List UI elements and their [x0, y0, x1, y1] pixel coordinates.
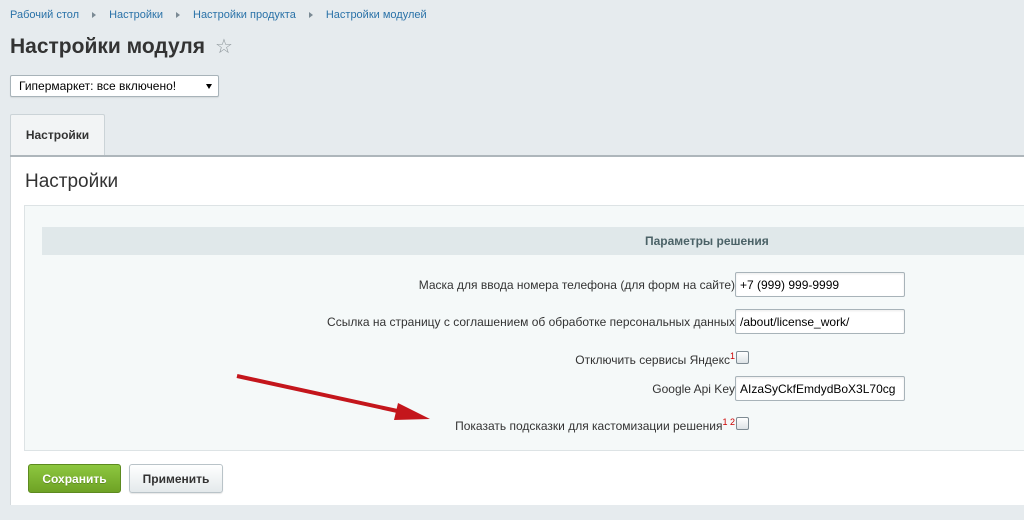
breadcrumb-settings[interactable]: Настройки [109, 9, 163, 21]
show-hints-checkbox[interactable] [736, 417, 749, 430]
agreement-link-label: Ссылка на страницу с соглашением об обра… [327, 315, 735, 329]
section-title: Настройки [25, 171, 119, 192]
footnote-marker: 1 [729, 351, 735, 361]
field-row-disable-yandex: Отключить сервисы Яндекс1 [25, 345, 1024, 371]
save-button[interactable]: Сохранить [28, 464, 121, 493]
google-api-key-label: Google Api Key [652, 382, 735, 396]
site-select[interactable]: Гипермаркет: все включено! [10, 75, 219, 97]
params-header: Параметры решения [42, 227, 1024, 255]
apply-button[interactable]: Применить [129, 464, 223, 493]
settings-panel: Настройки Параметры решения Маска для вв… [10, 157, 1024, 505]
footnote-marker: 1 2 [722, 417, 735, 427]
disable-yandex-checkbox[interactable] [736, 351, 749, 364]
field-row-show-hints: Показать подсказки для кастомизации реше… [25, 411, 1024, 437]
params-box: Параметры решения Маска для ввода номера… [24, 205, 1024, 451]
show-hints-label-wrap: Показать подсказки для кастомизации реше… [455, 417, 735, 433]
field-row-agreement-link: Ссылка на страницу с соглашением об обра… [25, 309, 1024, 335]
disable-yandex-label: Отключить сервисы Яндекс [575, 353, 730, 367]
star-icon[interactable]: ☆ [215, 34, 233, 59]
page-title-wrapper: Настройки модуля ☆ [10, 34, 233, 59]
page-title: Настройки модуля [10, 34, 206, 58]
phone-mask-label: Маска для ввода номера телефона (для фор… [418, 278, 735, 292]
breadcrumb-separator-icon [92, 12, 97, 18]
breadcrumb: Рабочий стол Настройки Настройки продукт… [10, 9, 427, 21]
field-row-google-api-key: Google Api Key [25, 376, 1024, 402]
show-hints-label: Показать подсказки для кастомизации реше… [455, 419, 723, 433]
tab-settings[interactable]: Настройки [10, 114, 105, 155]
params-header-label: Параметры решения [645, 234, 769, 248]
field-row-phone-mask: Маска для ввода номера телефона (для фор… [25, 272, 1024, 298]
site-select-value: Гипермаркет: все включено! [19, 79, 177, 93]
breadcrumb-separator-icon [176, 12, 180, 18]
breadcrumb-separator-icon [308, 12, 313, 18]
breadcrumb-product-settings[interactable]: Настройки продукта [193, 9, 296, 21]
agreement-link-input[interactable] [735, 309, 905, 334]
disable-yandex-label-wrap: Отключить сервисы Яндекс1 [575, 351, 735, 367]
google-api-key-input[interactable] [735, 376, 905, 401]
dropdown-arrow-icon [206, 84, 212, 89]
breadcrumb-desktop[interactable]: Рабочий стол [10, 9, 79, 21]
phone-mask-input[interactable] [735, 272, 905, 297]
breadcrumb-module-settings[interactable]: Настройки модулей [326, 9, 427, 21]
